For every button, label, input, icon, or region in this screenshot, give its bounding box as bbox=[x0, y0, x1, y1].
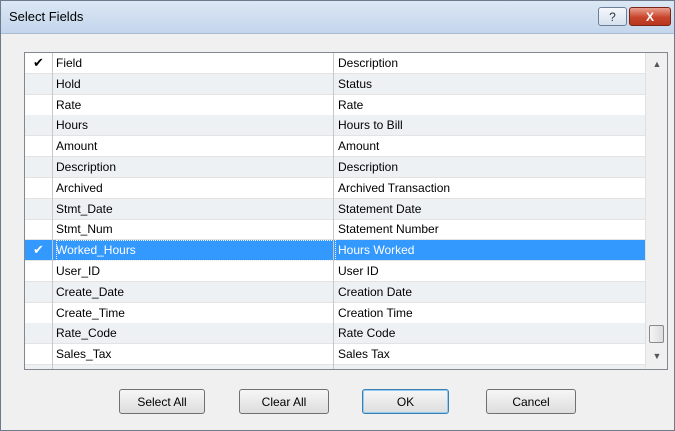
row-checkbox[interactable] bbox=[25, 198, 53, 220]
row-checkbox[interactable] bbox=[25, 73, 53, 95]
list-row[interactable]: Sales_Tax Sales Tax bbox=[25, 344, 645, 366]
description-cell: Hours Worked bbox=[338, 243, 415, 258]
list-row[interactable]: Stmt_Date Statement Date bbox=[25, 198, 645, 220]
vertical-scrollbar[interactable]: ▲ ▼ bbox=[645, 53, 667, 369]
checkmark-icon: ✔ bbox=[33, 242, 44, 258]
row-checkbox[interactable] bbox=[25, 136, 53, 158]
clear-all-button[interactable]: Clear All bbox=[239, 389, 329, 414]
list-row[interactable]: Rate Rate bbox=[25, 94, 645, 116]
select-fields-dialog: Select Fields ? X ✔ Field Description Hold S… bbox=[0, 0, 675, 431]
field-name-cell: Create_Date bbox=[56, 284, 125, 299]
help-button[interactable]: ? bbox=[598, 7, 627, 26]
dialog-title: Select Fields bbox=[9, 9, 84, 24]
description-cell: Status bbox=[338, 76, 373, 91]
field-name-cell: Amount bbox=[56, 139, 98, 154]
row-checkbox[interactable] bbox=[25, 281, 53, 303]
list-row[interactable]: ✔ Field Description bbox=[25, 53, 645, 74]
field-name-cell: Sales_Tax bbox=[56, 347, 112, 362]
row-checkbox[interactable] bbox=[25, 115, 53, 137]
list-row[interactable]: Amount Amount bbox=[25, 136, 645, 158]
field-name-cell: Field bbox=[56, 56, 83, 70]
field-name-cell: Rate_Code bbox=[56, 326, 117, 341]
list-row[interactable]: Hold Status bbox=[25, 73, 645, 95]
list-row[interactable]: Rate_Code Rate Code bbox=[25, 323, 645, 345]
field-name-cell: User_ID bbox=[56, 264, 101, 278]
scroll-thumb[interactable] bbox=[649, 325, 664, 343]
row-checkbox[interactable] bbox=[25, 365, 53, 369]
column-divider bbox=[333, 53, 334, 369]
row-checkbox[interactable] bbox=[25, 219, 53, 241]
fields-list[interactable]: ✔ Field Description Hold Status Rate Rate Hours… bbox=[24, 52, 668, 370]
row-checkbox[interactable] bbox=[25, 261, 53, 282]
description-cell: Rate bbox=[338, 97, 364, 112]
description-cell: Archived Transaction bbox=[338, 180, 451, 195]
scroll-down-icon[interactable]: ▼ bbox=[646, 347, 667, 365]
row-checkbox[interactable]: ✔ bbox=[25, 240, 53, 262]
description-cell: Hours to Bill bbox=[338, 118, 403, 133]
row-checkbox[interactable] bbox=[25, 323, 53, 345]
description-cell: Sales Tax bbox=[338, 347, 390, 362]
close-icon: X bbox=[645, 9, 654, 24]
field-name-cell: Stmt_Date bbox=[56, 201, 113, 216]
field-name-cell: Worked_Hours bbox=[56, 240, 336, 262]
list-row[interactable]: Archived Archived Transaction bbox=[25, 177, 645, 199]
list-row[interactable]: Hours Hours to Bill bbox=[25, 115, 645, 137]
row-checkbox[interactable] bbox=[25, 157, 53, 178]
description-cell bbox=[338, 365, 638, 369]
row-checkbox[interactable] bbox=[25, 94, 53, 116]
row-checkbox[interactable] bbox=[25, 177, 53, 199]
close-button[interactable]: X bbox=[629, 7, 671, 26]
description-cell: Rate Code bbox=[338, 326, 396, 341]
scroll-up-icon[interactable]: ▲ bbox=[646, 55, 667, 73]
list-row[interactable]: User_ID User ID bbox=[25, 261, 645, 282]
row-checkbox[interactable] bbox=[25, 302, 53, 324]
list-row[interactable]: ✔ Worked_Hours Hours Worked bbox=[25, 240, 645, 262]
row-checkbox[interactable]: ✔ bbox=[25, 53, 53, 74]
field-name-cell: Description bbox=[56, 160, 117, 174]
list-row[interactable]: Create_Date Creation Date bbox=[25, 281, 645, 303]
select-all-button[interactable]: Select All bbox=[119, 389, 205, 414]
field-name-cell: Archived bbox=[56, 180, 103, 195]
list-row[interactable] bbox=[25, 365, 645, 369]
cancel-button[interactable]: Cancel bbox=[486, 389, 576, 414]
field-name-cell: Hours bbox=[56, 118, 89, 133]
help-icon: ? bbox=[609, 9, 616, 24]
description-cell: Description bbox=[338, 160, 399, 174]
description-cell: Statement Number bbox=[338, 222, 439, 237]
list-row[interactable]: Stmt_Num Statement Number bbox=[25, 219, 645, 241]
ok-button[interactable]: OK bbox=[362, 389, 449, 414]
field-name-cell: Hold bbox=[56, 76, 81, 91]
field-name-cell: Stmt_Num bbox=[56, 222, 113, 237]
list-row[interactable]: Description Description bbox=[25, 157, 645, 178]
description-cell: Amount bbox=[338, 139, 380, 154]
row-checkbox[interactable] bbox=[25, 344, 53, 366]
field-name-cell bbox=[56, 365, 336, 369]
field-name-cell: Rate bbox=[56, 97, 82, 112]
description-cell: User ID bbox=[338, 264, 379, 278]
description-cell: Creation Date bbox=[338, 284, 413, 299]
list-row[interactable]: Create_Time Creation Time bbox=[25, 302, 645, 324]
checkmark-icon: ✔ bbox=[33, 55, 44, 70]
description-cell: Statement Date bbox=[338, 201, 422, 216]
field-name-cell: Create_Time bbox=[56, 305, 125, 320]
description-cell: Description bbox=[338, 56, 399, 70]
description-cell: Creation Time bbox=[338, 305, 413, 320]
title-bar[interactable]: Select Fields ? X bbox=[1, 1, 674, 34]
